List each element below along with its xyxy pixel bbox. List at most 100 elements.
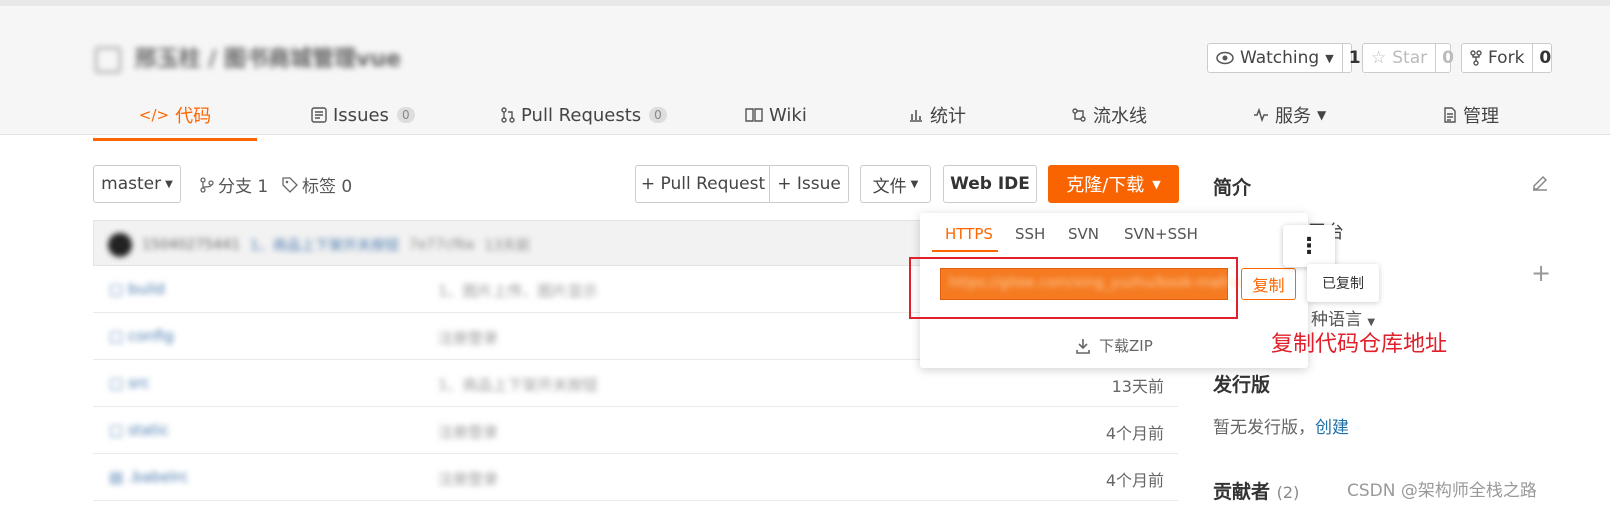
- file-time: 4个月前: [1105, 471, 1164, 490]
- tab-issues-label: Issues: [333, 104, 389, 126]
- file-commit-message[interactable]: 注册登录: [438, 468, 498, 489]
- file-label: 文件: [872, 176, 907, 197]
- edit-icon[interactable]: [1530, 173, 1550, 193]
- avatar[interactable]: [108, 233, 132, 257]
- book-icon: [745, 108, 763, 122]
- lock-icon: [95, 47, 121, 73]
- pull-request-icon: [501, 107, 515, 123]
- annotation-text: 复制代码仓库地址: [1271, 332, 1448, 357]
- tab-https[interactable]: HTTPS: [945, 225, 993, 243]
- file-commit-message[interactable]: 注册登录: [438, 421, 498, 442]
- fork-icon: [1470, 50, 1482, 66]
- repo-owner: 邢玉柱: [134, 47, 201, 72]
- vertical-dots-icon: ⋮: [1298, 233, 1320, 259]
- file-commit-message[interactable]: 1、图片上传、图片显示: [438, 280, 598, 301]
- eye-icon: [1216, 51, 1234, 65]
- copied-tooltip: 已复制: [1307, 264, 1379, 302]
- bar-chart-icon: [910, 110, 922, 122]
- fork-button[interactable]: Fork: [1462, 44, 1534, 72]
- highlight-frame: [909, 257, 1238, 319]
- tags-label: 标签 0: [302, 177, 353, 197]
- watch-label: Watching: [1240, 48, 1320, 68]
- file-time: 13天前: [1111, 377, 1164, 396]
- star-icon: ☆: [1371, 48, 1387, 68]
- commit-author[interactable]: 15040275441: [142, 237, 240, 253]
- active-tab-indicator: [932, 250, 998, 252]
- fork-count[interactable]: 0: [1533, 44, 1557, 72]
- pull-requests-count-badge: 0: [649, 107, 667, 123]
- tab-services-label: 服务: [1275, 106, 1311, 127]
- download-zip-label: 下载ZIP: [1099, 337, 1153, 355]
- file-name[interactable]: □ build: [109, 280, 165, 298]
- plus-icon[interactable]: +: [1531, 259, 1551, 287]
- create-release-link[interactable]: 创建: [1315, 418, 1349, 438]
- tab-stats[interactable]: 统计: [908, 91, 966, 139]
- fork-label: Fork: [1488, 48, 1525, 68]
- file-name[interactable]: □ static: [109, 421, 169, 439]
- repo-name: 图书商城管理vue: [224, 47, 401, 72]
- code-icon: </>: [138, 105, 170, 124]
- contributors-heading: 贡献者 (2): [1213, 481, 1300, 503]
- tab-services[interactable]: 服务 ▼: [1253, 91, 1326, 139]
- tab-svn[interactable]: SVN: [1068, 225, 1099, 243]
- branch-select[interactable]: master ▼: [93, 165, 181, 203]
- commit-message[interactable]: 1、商品上下架开关按钮: [250, 235, 399, 255]
- file-time: 4个月前: [1105, 424, 1164, 443]
- commit-time: 13天前: [484, 238, 531, 254]
- table-row[interactable]: ▤ .babelrc 注册登录 4个月前: [93, 454, 1178, 501]
- download-zip-button[interactable]: 下载ZIP: [1075, 335, 1153, 356]
- file-commit-message[interactable]: 1、商品上下架开关按钮: [438, 374, 598, 395]
- tab-wiki-label: Wiki: [769, 104, 807, 126]
- clone-download-button[interactable]: 克隆/下载 ▼: [1048, 165, 1179, 203]
- tab-code[interactable]: </> 代码: [93, 91, 257, 141]
- pipeline-icon: [1072, 108, 1086, 122]
- file-menu-button[interactable]: 文件 ▼: [860, 165, 931, 203]
- tab-pull-requests-label: Pull Requests: [521, 104, 642, 126]
- fork-button-group[interactable]: Fork 0: [1461, 43, 1552, 73]
- star-count[interactable]: 0: [1436, 44, 1460, 72]
- watch-button-group[interactable]: Watching ▼ 1: [1207, 43, 1361, 73]
- file-name[interactable]: ▤ .babelrc: [109, 468, 188, 486]
- repo-title[interactable]: 邢玉柱 / 图书商城管理vue: [95, 41, 401, 73]
- tab-stats-label: 统计: [930, 106, 966, 127]
- tab-pipeline[interactable]: 流水线: [1071, 91, 1147, 139]
- repo-header: 邢玉柱 / 图书商城管理vue Watching ▼ 1 ☆ Star 0 Fo…: [0, 0, 1610, 141]
- tab-pull-requests[interactable]: Pull Requests 0: [501, 91, 667, 139]
- tab-manage[interactable]: 管理: [1443, 91, 1499, 139]
- tab-issues[interactable]: Issues 0: [311, 91, 415, 139]
- commit-hash[interactable]: 7e77cf6a: [409, 237, 474, 253]
- caret-down-icon: ▼: [910, 178, 919, 190]
- branches-link[interactable]: 分支 1: [200, 172, 268, 197]
- file-commit-message[interactable]: 注册登录: [438, 327, 498, 348]
- tab-svn-ssh[interactable]: SVN+SSH: [1124, 225, 1198, 243]
- repo-separator: /: [200, 47, 225, 72]
- watch-button[interactable]: Watching ▼: [1208, 44, 1343, 72]
- document-icon: [1444, 107, 1456, 123]
- watermark: CSDN @架构师全栈之路: [1347, 481, 1537, 501]
- star-button-group[interactable]: ☆ Star 0: [1362, 43, 1454, 73]
- new-issue-button[interactable]: + Issue: [769, 165, 849, 203]
- tags-link[interactable]: 标签 0: [282, 172, 352, 197]
- download-icon: [1076, 338, 1090, 354]
- clone-label: 克隆/下载: [1066, 175, 1145, 196]
- pulse-icon: [1254, 108, 1268, 122]
- tab-manage-label: 管理: [1463, 106, 1499, 127]
- new-pull-request-button[interactable]: + Pull Request: [635, 165, 770, 203]
- star-button[interactable]: ☆ Star: [1363, 44, 1437, 72]
- branches-label: 分支 1: [218, 177, 269, 197]
- issues-icon: [311, 107, 327, 123]
- table-row[interactable]: □ static 注册登录 4个月前: [93, 407, 1178, 454]
- file-name[interactable]: □ src: [109, 374, 150, 392]
- intro-heading: 简介: [1213, 177, 1252, 199]
- copy-button[interactable]: 复制: [1241, 268, 1296, 300]
- more-options-button[interactable]: ⋮: [1283, 225, 1335, 267]
- tab-code-label: 代码: [175, 105, 212, 127]
- star-label: Star: [1392, 48, 1428, 68]
- caret-down-icon: ▼: [1317, 108, 1327, 122]
- no-release-text: 暂无发行版，创建: [1213, 418, 1349, 438]
- file-name[interactable]: □ config: [109, 327, 174, 345]
- contributors-count: (2): [1276, 483, 1300, 502]
- tab-ssh[interactable]: SSH: [1015, 225, 1045, 243]
- tab-wiki[interactable]: Wiki: [745, 91, 807, 139]
- web-ide-button[interactable]: Web IDE: [943, 165, 1037, 203]
